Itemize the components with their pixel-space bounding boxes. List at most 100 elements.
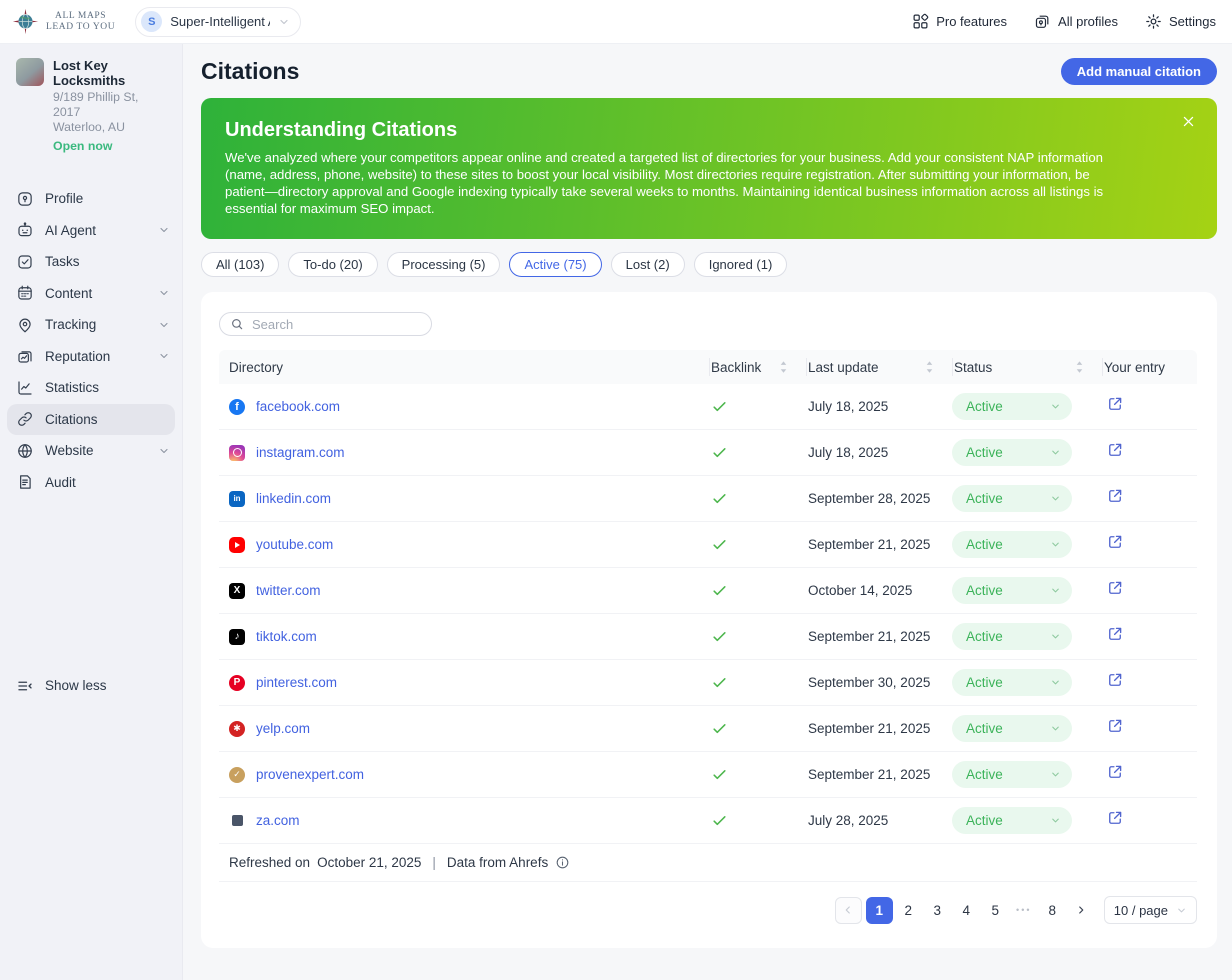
external-link-icon[interactable]: [1106, 533, 1124, 551]
external-link-icon[interactable]: [1106, 717, 1124, 735]
chevron-down-icon: [158, 287, 170, 299]
status-select[interactable]: Active: [952, 623, 1072, 650]
footer-separator: |: [432, 855, 436, 870]
pro-features-button[interactable]: Pro features: [912, 13, 1007, 30]
sidebar-item-tracking[interactable]: Tracking: [0, 309, 182, 341]
filter-pill-lost[interactable]: Lost (2): [610, 252, 685, 277]
sidebar-item-tasks[interactable]: Tasks: [0, 246, 182, 278]
external-link-icon[interactable]: [1106, 625, 1124, 643]
external-link-icon[interactable]: [1106, 809, 1124, 827]
search-box[interactable]: [219, 312, 432, 336]
directory-link[interactable]: linkedin.com: [256, 491, 331, 506]
pagination-page-3[interactable]: 3: [924, 897, 951, 924]
last-update-cell: July 18, 2025: [808, 399, 889, 414]
sidebar-item-label: Website: [45, 443, 94, 459]
status-select[interactable]: Active: [952, 485, 1072, 512]
twitter-favicon: X: [229, 582, 245, 599]
sort-icon[interactable]: [779, 360, 788, 374]
info-icon[interactable]: [555, 855, 570, 870]
banner-close-icon[interactable]: [1181, 114, 1196, 129]
directory-link[interactable]: instagram.com: [256, 445, 345, 460]
directory-link[interactable]: za.com: [256, 813, 300, 828]
directory-link[interactable]: provenexpert.com: [256, 767, 364, 782]
sidebar-item-audit[interactable]: Audit: [0, 467, 182, 499]
external-link-icon[interactable]: [1106, 395, 1124, 413]
pagination-page-2[interactable]: 2: [895, 897, 922, 924]
sidebar-item-label: Tracking: [45, 317, 97, 333]
search-icon: [230, 317, 244, 331]
filter-pill-processing[interactable]: Processing (5): [386, 252, 501, 277]
chevron-down-icon: [278, 16, 290, 28]
status-select[interactable]: Active: [952, 531, 1072, 558]
sidebar-item-ai-agent[interactable]: AI Agent: [0, 215, 182, 247]
settings-button[interactable]: Settings: [1145, 13, 1216, 30]
page-size-select[interactable]: 10 / page: [1103, 896, 1197, 924]
refreshed-label: Refreshed on: [229, 855, 311, 870]
pagination-next-button[interactable]: [1068, 897, 1094, 924]
backlink-check-icon: [711, 398, 806, 415]
filter-pills: All (103) To-do (20) Processing (5) Active …: [201, 252, 1217, 277]
profile-select-value: Super-Intelligent AI-S...: [170, 14, 270, 29]
profile-select[interactable]: S Super-Intelligent AI-S...: [135, 6, 302, 37]
status-select[interactable]: Active: [952, 715, 1072, 742]
sidebar-item-statistics[interactable]: Statistics: [0, 372, 182, 404]
column-header-your-entry: Your entry: [1102, 350, 1197, 384]
status-select[interactable]: Active: [952, 669, 1072, 696]
pagination-page-4[interactable]: 4: [953, 897, 980, 924]
last-update-cell: July 28, 2025: [808, 813, 889, 828]
status-select[interactable]: Active: [952, 577, 1072, 604]
status-select[interactable]: Active: [952, 761, 1072, 788]
pinterest-favicon: P: [229, 674, 245, 691]
understanding-citations-banner: Understanding Citations We've analyzed w…: [201, 98, 1217, 239]
pagination-prev-button[interactable]: [834, 896, 862, 924]
sort-icon[interactable]: [925, 360, 934, 374]
open-now-status[interactable]: Open now: [53, 139, 168, 153]
external-link-icon[interactable]: [1106, 763, 1124, 781]
app-logo[interactable]: ALL MAPS LEAD TO YOU: [12, 8, 115, 35]
sidebar-item-citations[interactable]: Citations: [7, 403, 175, 435]
all-profiles-button[interactable]: All profiles: [1034, 13, 1118, 30]
sidebar-show-less-label: Show less: [45, 678, 107, 694]
directory-link[interactable]: twitter.com: [256, 583, 321, 598]
sidebar-item-content[interactable]: Content: [0, 278, 182, 310]
directory-link[interactable]: yelp.com: [256, 721, 310, 736]
filter-pill-all[interactable]: All (103): [201, 252, 280, 277]
filter-pill-to-do[interactable]: To-do (20): [288, 252, 378, 277]
sidebar-item-label: Content: [45, 285, 93, 301]
provenexpert-favicon: ✓: [229, 766, 245, 783]
add-manual-citation-button[interactable]: Add manual citation: [1060, 58, 1217, 85]
filter-pill-ignored[interactable]: Ignored (1): [693, 252, 788, 277]
search-input[interactable]: [250, 315, 421, 333]
external-link-icon[interactable]: [1106, 579, 1124, 597]
sidebar-nav: Profile AI Agent Tasks Content Tracking …: [0, 183, 182, 498]
grid-icon: [912, 13, 929, 30]
pagination-page-1[interactable]: 1: [865, 896, 893, 924]
backlink-check-icon: [711, 628, 806, 645]
status-select[interactable]: Active: [952, 807, 1072, 834]
external-link-icon[interactable]: [1106, 487, 1124, 505]
directory-link[interactable]: tiktok.com: [256, 629, 317, 644]
external-link-icon[interactable]: [1106, 671, 1124, 689]
table-row: youtube.com September 21, 2025 Active: [219, 522, 1197, 568]
sidebar-item-reputation[interactable]: Reputation: [0, 341, 182, 373]
pagination-ellipsis[interactable]: •••: [1011, 905, 1037, 915]
sort-icon[interactable]: [1075, 360, 1084, 374]
directory-link[interactable]: youtube.com: [256, 537, 333, 552]
pagination-page-8[interactable]: 8: [1039, 897, 1066, 924]
external-link-icon[interactable]: [1106, 441, 1124, 459]
globe-icon: [16, 442, 34, 460]
sidebar-show-less[interactable]: Show less: [0, 670, 182, 702]
citations-card: Directory Backlink Last update Status Yo…: [201, 292, 1217, 948]
status-select[interactable]: Active: [952, 439, 1072, 466]
chevron-down-icon: [158, 224, 170, 236]
sidebar-item-label: Tasks: [45, 254, 80, 270]
filter-pill-active[interactable]: Active (75): [509, 252, 602, 277]
sidebar-item-website[interactable]: Website: [0, 435, 182, 467]
profiles-icon: [1034, 13, 1051, 30]
sidebar-item-profile[interactable]: Profile: [0, 183, 182, 215]
pagination-page-5[interactable]: 5: [982, 897, 1009, 924]
table-row: P pinterest.com September 30, 2025 Activ…: [219, 660, 1197, 706]
status-select[interactable]: Active: [952, 393, 1072, 420]
directory-link[interactable]: facebook.com: [256, 399, 340, 414]
directory-link[interactable]: pinterest.com: [256, 675, 337, 690]
